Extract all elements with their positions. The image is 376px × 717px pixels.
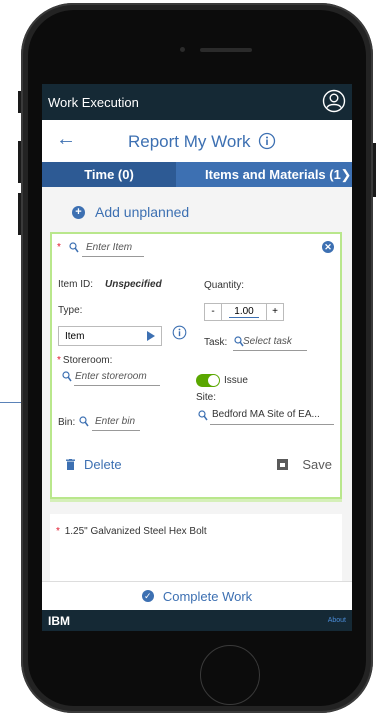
save-label: Save: [302, 457, 332, 472]
volume-up-button: [18, 141, 21, 183]
storeroom-input-underline: [74, 385, 160, 386]
page-header: ← Report My Work: [42, 120, 352, 162]
storeroom-input[interactable]: Enter storeroom: [75, 371, 147, 382]
bin-input-underline: [92, 430, 140, 431]
material-card[interactable]: * 1.25" Galvanized Steel Hex Bolt: [50, 514, 342, 584]
issue-toggle[interactable]: [196, 374, 220, 387]
quantity-label: Quantity:: [204, 280, 245, 291]
search-icon: [79, 416, 89, 427]
delete-label: Delete: [84, 457, 122, 472]
task-input[interactable]: Select task: [243, 336, 292, 347]
storeroom-label-wrap: * Storeroom:: [57, 355, 113, 366]
item-required-mark: *: [57, 242, 61, 253]
chevron-right-icon[interactable]: ❯: [340, 162, 352, 187]
info-icon[interactable]: [258, 132, 276, 150]
material-item-label: 1.25" Galvanized Steel Hex Bolt: [64, 526, 207, 537]
ibm-logo: IBM: [48, 614, 70, 628]
toggle-knob: [208, 375, 219, 386]
type-value: Item: [65, 331, 85, 342]
item-id-label: Item ID:: [58, 279, 94, 290]
site-input-underline: [210, 424, 334, 425]
profile-icon[interactable]: [322, 89, 346, 113]
search-icon: [62, 371, 72, 382]
item-card: * Enter Item ✕ Item ID: Unspecified Quan…: [50, 232, 342, 499]
complete-work-button[interactable]: ✓ Complete Work: [42, 581, 352, 610]
quantity-increment-button[interactable]: +: [266, 304, 283, 320]
content-area: + Add unplanned * Enter Item ✕ Item ID: …: [42, 187, 352, 584]
check-icon: ✓: [141, 590, 154, 602]
home-button: [200, 645, 260, 705]
delete-button[interactable]: Delete: [66, 457, 122, 472]
plus-icon: +: [72, 205, 85, 219]
task-label: Task:: [204, 337, 228, 348]
tab-items-materials[interactable]: Items and Materials (1: [176, 162, 352, 187]
app-title: Work Execution: [48, 95, 139, 110]
type-select[interactable]: Item: [58, 326, 162, 346]
quantity-decrement-button[interactable]: -: [205, 304, 222, 320]
page-title: Report My Work: [128, 132, 251, 151]
issue-label: Issue: [224, 375, 248, 386]
camera: [180, 47, 185, 52]
tab-bar: Time (0) Items and Materials (1 ❯: [42, 162, 352, 187]
trash-icon: [66, 459, 75, 470]
storeroom-label: Storeroom:: [62, 355, 113, 366]
about-link[interactable]: About: [328, 617, 346, 624]
item-input-underline: [82, 256, 144, 257]
site-label: Site:: [196, 392, 217, 403]
back-arrow-icon[interactable]: ←: [56, 128, 76, 151]
play-arrow-icon: [147, 331, 155, 341]
item-id-value: Unspecified: [105, 279, 162, 290]
material-item-wrap: * 1.25" Galvanized Steel Hex Bolt: [56, 526, 207, 537]
volume-down-button: [18, 193, 21, 235]
speaker: [200, 48, 252, 52]
app-screen: Work Execution ← Report My Work Time (0)…: [42, 84, 352, 631]
add-unplanned-button[interactable]: + Add unplanned: [72, 204, 189, 220]
item-input[interactable]: Enter Item: [86, 242, 132, 253]
card-shadow: [50, 499, 342, 502]
info-icon[interactable]: [172, 325, 187, 340]
search-icon: [198, 410, 208, 421]
task-input-underline: [233, 350, 307, 351]
bin-input[interactable]: Enter bin: [95, 416, 135, 427]
complete-work-label: Complete Work: [162, 588, 253, 604]
bin-label: Bin:: [58, 417, 76, 428]
save-button[interactable]: Save: [277, 457, 332, 472]
close-icon[interactable]: ✕: [322, 241, 334, 253]
search-icon: [69, 242, 79, 253]
footer: IBM About: [42, 610, 352, 631]
tab-time[interactable]: Time (0): [42, 162, 176, 187]
quantity-stepper: - 1.00 +: [204, 303, 284, 321]
quantity-underline: [229, 317, 259, 318]
site-input[interactable]: Bedford MA Site of EA...: [212, 409, 320, 420]
mute-switch: [18, 91, 21, 113]
app-bar: Work Execution: [42, 84, 352, 120]
type-label: Type:: [58, 305, 83, 316]
add-unplanned-label: Add unplanned: [95, 204, 190, 220]
save-icon: [277, 459, 289, 470]
